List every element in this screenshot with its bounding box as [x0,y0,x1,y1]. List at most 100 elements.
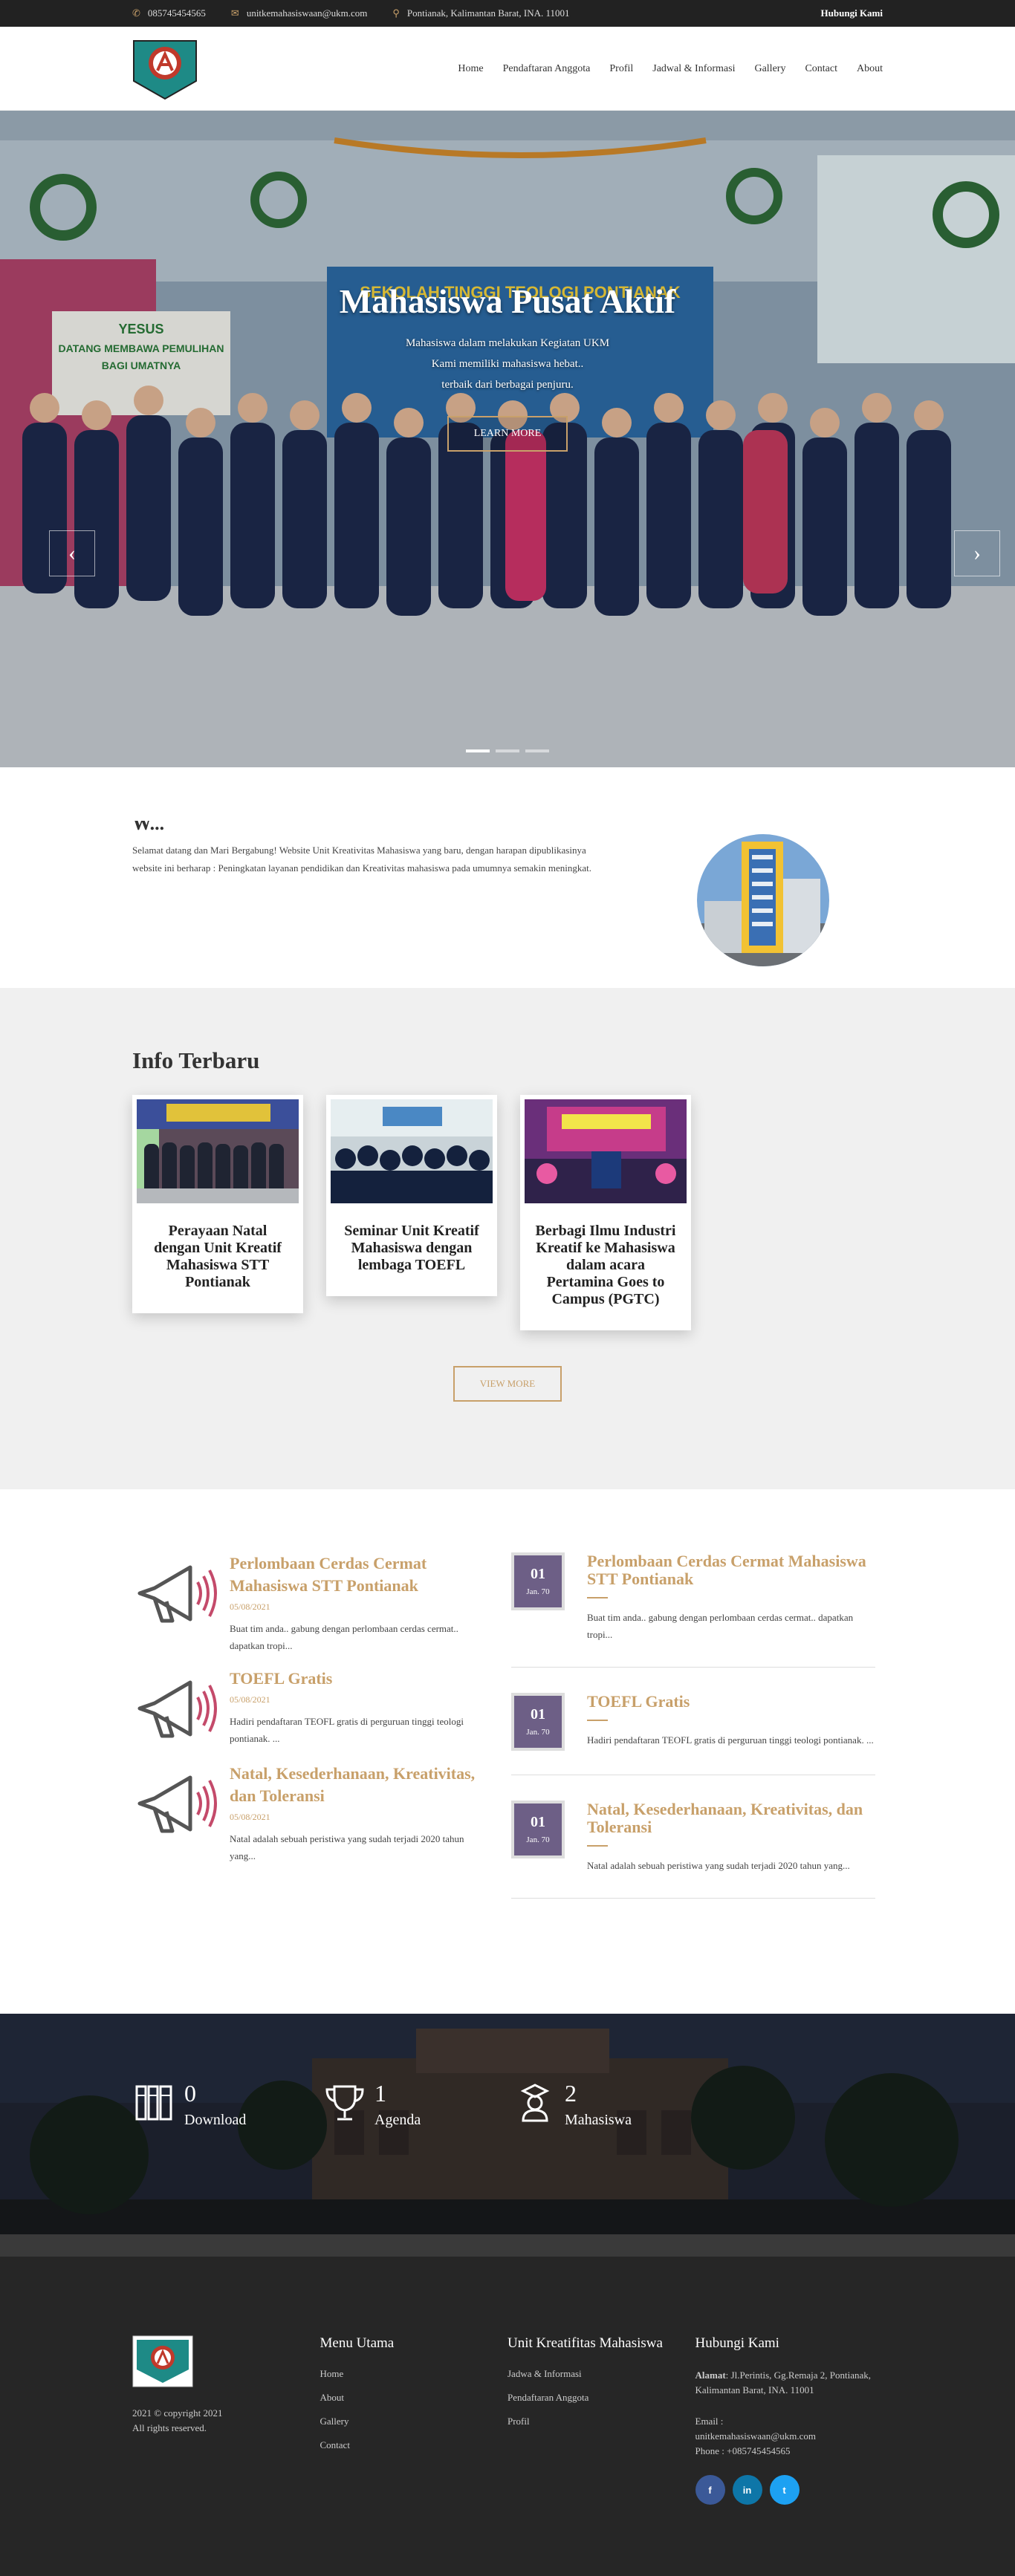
footer-ukm: Unit Kreatifitas Mahasiswa Jadwa & Infor… [507,2335,695,2505]
footer-link-profil[interactable]: Profil [507,2416,695,2427]
announcement-date: 05/08/2021 [230,1694,270,1705]
event-title[interactable]: TOEFL Gratis [587,1693,874,1711]
stat-label: Agenda [374,2112,421,2128]
slider-dot[interactable] [525,749,549,752]
footer-link-about[interactable]: About [320,2392,508,2404]
announcement-item[interactable]: Natal, Kesederhanaan, Kreativitas, dan T… [132,1763,481,1864]
facebook-icon[interactable]: f [695,2475,725,2505]
event-item[interactable]: 01 Jan. 70 Natal, Kesederhanaan, Kreativ… [511,1801,875,1899]
address-text: Pontianak, Kalimantan Barat, INA. 11001 [406,7,570,19]
footer-link-gallery[interactable]: Gallery [320,2416,508,2427]
rights-text: All rights reserved. [132,2422,207,2433]
footer-menu: Menu Utama Home About Gallery Contact [320,2335,508,2505]
nav-jadwal-informasi[interactable]: Jadwal & Informasi [652,63,735,75]
event-day: 01 [531,1814,545,1830]
contact-us-link[interactable]: Hubungi Kami [821,7,883,19]
footer-link-contact[interactable]: Contact [320,2439,508,2451]
hero-subtitle-line-2: Kami memiliki mahasiswa hebat.. [431,358,584,370]
student-icon [520,2084,550,2122]
card-title: Perayaan Natal dengan Unit Kreatif Mahas… [154,1223,282,1290]
footer-email-label: Email : [695,2416,724,2427]
nav-home[interactable]: Home [458,63,483,75]
chevron-right-icon: › [973,541,981,565]
event-excerpt: Buat tim anda.. gabung dengan perlombaan… [587,1612,854,1640]
megaphone-icon [137,1565,217,1623]
slider-dots [0,749,1015,752]
slider-prev-button[interactable]: ‹ [49,530,95,576]
event-day: 01 [531,1566,545,1582]
welcome-heading: W... [132,821,608,831]
books-icon [135,2085,172,2121]
announcement-title[interactable]: Natal, Kesederhanaan, Kreativitas, dan T… [230,1763,481,1807]
info-card[interactable]: Berbagi Ilmu Industri Kreatif ke Mahasis… [520,1095,691,1330]
nav-pendaftaran-anggota[interactable]: Pendaftaran Anggota [503,63,591,75]
card-image [137,1099,299,1203]
info-card[interactable]: Perayaan Natal dengan Unit Kreatif Mahas… [132,1095,303,1313]
event-item[interactable]: 01 Jan. 70 TOEFL Gratis Hadiri pendaftar… [511,1693,875,1775]
welcome-text: Selamat datang dan Mari Bergabung! Websi… [132,845,592,874]
hero-content: Mahasiswa Pusat Aktif Mahasiswa dalam me… [0,282,1015,452]
megaphone-icon [137,1775,217,1833]
nav-gallery[interactable]: Gallery [754,63,785,75]
footer-contact-title: Hubungi Kami [695,2335,779,2351]
address-info: ⚲ Pontianak, Kalimantan Barat, INA. 1100… [392,7,569,19]
section-title: Info Terbaru [132,1047,260,1073]
footer-link-home[interactable]: Home [320,2368,508,2380]
slider-dot[interactable] [466,749,490,752]
event-list: 01 Jan. 70 Perlombaan Cerdas Cermat Maha… [511,1552,875,1924]
site-logo[interactable] [132,38,198,100]
event-day: 01 [531,1706,545,1723]
footer-phone: Phone : +085745454565 [695,2445,791,2456]
footer-address: Alamat: Jl.Perintis, Gg.Remaja 2, Pontia… [695,2368,883,2398]
slider-dot[interactable] [496,749,519,752]
footer-logo[interactable] [132,2335,193,2387]
trophy-icon [325,2085,364,2121]
chevron-left-icon: ‹ [68,541,76,565]
footer-link-pendaftaran[interactable]: Pendaftaran Anggota [507,2392,695,2404]
nav-contact[interactable]: Contact [805,63,837,75]
view-more-button[interactable]: VIEW MORE [453,1366,562,1402]
card-image [331,1099,493,1203]
address-label: Alamat [695,2370,726,2381]
news-section: Perlombaan Cerdas Cermat Mahasiswa STT P… [0,1489,1015,2014]
announcement-item[interactable]: Perlombaan Cerdas Cermat Mahasiswa STT P… [132,1552,481,1654]
stat-mahasiswa: 2 Mahasiswa [513,2081,703,2129]
stats-bottom-band [0,2234,1015,2257]
announcement-title[interactable]: Perlombaan Cerdas Cermat Mahasiswa STT P… [230,1552,481,1597]
footer-menu-title: Menu Utama [320,2335,395,2351]
phone-info: ✆ 085745454565 [132,7,206,19]
announcement-date: 05/08/2021 [230,1601,270,1612]
hero-slider: SEKOLAH TINGGI TEOLOGI PONTIANAK YESUS D… [0,111,1015,767]
announcement-excerpt: Buat tim anda.. gabung dengan perlombaan… [230,1623,458,1651]
stats-section: 0 Download 1 Agenda 2 Mahasiswa [0,2014,1015,2257]
map-pin-icon: ⚲ [392,7,400,19]
nav-about[interactable]: About [857,63,883,75]
main-nav: Home Pendaftaran Anggota Profil Jadwal &… [438,63,883,75]
linkedin-icon[interactable]: in [732,2475,762,2505]
event-title[interactable]: Natal, Kesederhanaan, Kreativitas, dan T… [587,1801,875,1836]
slider-next-button[interactable]: › [954,530,1000,576]
card-title: Berbagi Ilmu Industri Kreatif ke Mahasis… [535,1223,676,1307]
twitter-icon[interactable]: t [769,2475,800,2505]
divider [587,1597,608,1598]
footer-contact: Hubungi Kami Alamat: Jl.Perintis, Gg.Rem… [695,2335,883,2505]
hero-subtitle-line-3: terbaik dari berbagai penjuru. [441,379,574,391]
announcement-item[interactable]: TOEFL Gratis 05/08/2021 Hadiri pendaftar… [132,1668,481,1749]
envelope-icon: ✉ [230,7,239,19]
event-date-box: 01 Jan. 70 [511,1801,565,1858]
site-header: Home Pendaftaran Anggota Profil Jadwal &… [0,27,1015,111]
footer-email[interactable]: unitkemahasiswaan@ukm.com [695,2429,883,2444]
announcement-title[interactable]: TOEFL Gratis [230,1668,481,1690]
announcement-excerpt: Hadiri pendaftaran TEOFL gratis di pergu… [230,1716,464,1744]
event-title[interactable]: Perlombaan Cerdas Cermat Mahasiswa STT P… [587,1552,875,1588]
copyright-text: 2021 © copyright 2021 [132,2407,223,2419]
event-month: Jan. 70 [526,1587,550,1596]
learn-more-button[interactable]: LEARN MORE [447,416,568,452]
nav-profil[interactable]: Profil [609,63,633,75]
event-item[interactable]: 01 Jan. 70 Perlombaan Cerdas Cermat Maha… [511,1552,875,1668]
footer-link-jadwal[interactable]: Jadwa & Informasi [507,2368,695,2380]
event-month: Jan. 70 [526,1835,550,1844]
divider [587,1845,608,1847]
info-card[interactable]: Seminar Unit Kreatif Mahasiswa dengan le… [326,1095,497,1296]
footer-ukm-title: Unit Kreatifitas Mahasiswa [507,2335,663,2351]
